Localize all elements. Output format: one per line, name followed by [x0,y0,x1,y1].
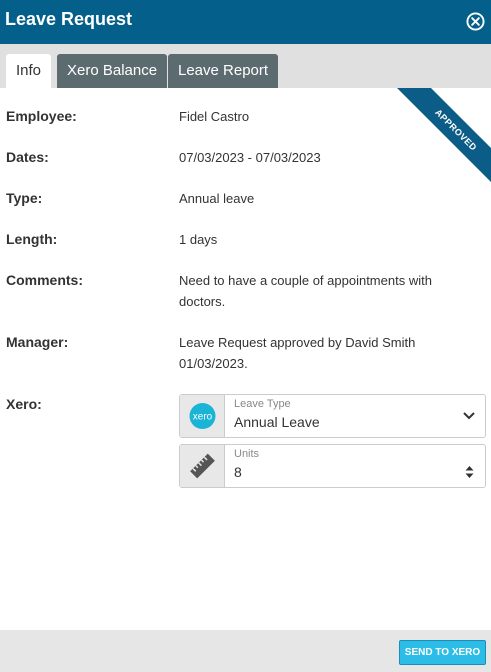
manager-value: Leave Request approved by David Smith 01… [179,335,416,371]
tab-leave-report[interactable]: Leave Report [168,54,279,88]
tab-bar: Info Xero Balance Leave Report [0,44,491,88]
employee-value: Fidel Castro [179,109,250,124]
leave-type-select[interactable]: xero Leave Type Annual Leave [179,394,486,438]
units-label: Units [234,448,260,460]
dialog-footer: SEND TO XERO [0,630,491,672]
length-value: 1 days [179,232,218,247]
info-panel: APPROVED Employee: Fidel Castro Dates: 0… [0,88,491,630]
svg-text:xero: xero [193,412,213,423]
ruler-icon [180,445,225,487]
dates-label: Dates: [6,149,49,165]
leave-type-value: Annual Leave [234,414,320,430]
units-input[interactable]: Units 8 [179,444,486,488]
type-value: Annual leave [179,191,255,206]
chevron-down-icon [463,412,475,420]
xero-logo-icon: xero [180,395,225,437]
dates-value: 07/03/2023 - 07/03/2023 [179,150,321,165]
comments-value: Need to have a couple of appointments wi… [179,273,432,309]
type-label: Type: [6,190,43,206]
manager-label: Manager: [6,334,69,350]
leave-type-label: Leave Type [234,398,291,410]
employee-label: Employee: [6,108,77,124]
dialog-header: Leave Request [0,0,491,44]
send-to-xero-button[interactable]: SEND TO XERO [399,640,486,665]
spinner-icon[interactable] [465,465,474,479]
length-label: Length: [6,231,58,247]
comments-label: Comments: [6,272,84,288]
xero-label: Xero: [6,396,42,412]
approved-ribbon: APPROVED [394,88,491,192]
tab-info[interactable]: Info [6,54,52,88]
close-icon[interactable] [466,12,485,31]
tab-xero-balance[interactable]: Xero Balance [57,54,168,88]
dialog-title: Leave Request [5,9,133,29]
units-value[interactable]: 8 [234,464,242,480]
